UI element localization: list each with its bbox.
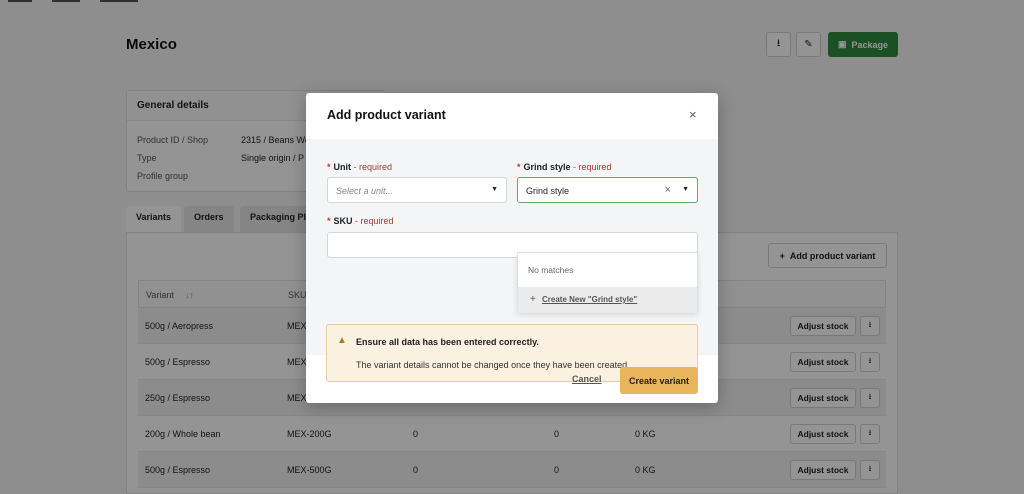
grind-style-label: * Grind style - required <box>517 162 612 172</box>
required-marker: * <box>327 162 331 172</box>
grind-style-select[interactable]: Grind style × ▼ <box>517 177 698 203</box>
caret-down-icon: ▼ <box>491 186 498 193</box>
unit-select[interactable]: Select a unit... ▼ <box>327 177 507 203</box>
caret-down-icon: ▼ <box>682 186 689 193</box>
warning-icon: ▲ <box>337 335 347 346</box>
required-hint: - required <box>355 216 394 226</box>
sku-label: * SKU - required <box>327 216 394 226</box>
required-hint: - required <box>573 162 612 172</box>
grind-style-dropdown: No matches + Create New "Grind style" <box>517 252 698 313</box>
clear-icon[interactable]: × <box>665 184 671 196</box>
modal-title: Add product variant <box>327 108 446 122</box>
required-marker: * <box>517 162 521 172</box>
create-new-option[interactable]: + Create New "Grind style" <box>518 287 697 313</box>
required-hint: - required <box>353 162 393 172</box>
unit-placeholder: Select a unit... <box>336 186 394 196</box>
grind-style-label-text: Grind style <box>523 162 571 172</box>
alert-title: Ensure all data has been entered correct… <box>356 337 539 347</box>
cancel-button[interactable]: Cancel <box>572 374 602 384</box>
unit-label-text: Unit <box>333 162 352 172</box>
modal-header: Add product variant × <box>306 93 718 139</box>
create-variant-button[interactable]: Create variant <box>620 367 698 394</box>
no-matches-text: No matches <box>528 265 574 275</box>
plus-icon: + <box>530 294 536 305</box>
sku-label-text: SKU <box>333 216 353 226</box>
modal-footer: Cancel Create variant <box>306 355 718 403</box>
add-product-variant-modal: Add product variant × * Unit - required S… <box>306 93 718 403</box>
create-new-label: Create New "Grind style" <box>542 295 638 304</box>
required-marker: * <box>327 216 331 226</box>
close-icon[interactable]: × <box>689 107 697 122</box>
modal-body: * Unit - required Select a unit... ▼ * Gri… <box>306 139 718 382</box>
unit-label: * Unit - required <box>327 162 392 172</box>
grind-style-value: Grind style <box>526 186 570 196</box>
